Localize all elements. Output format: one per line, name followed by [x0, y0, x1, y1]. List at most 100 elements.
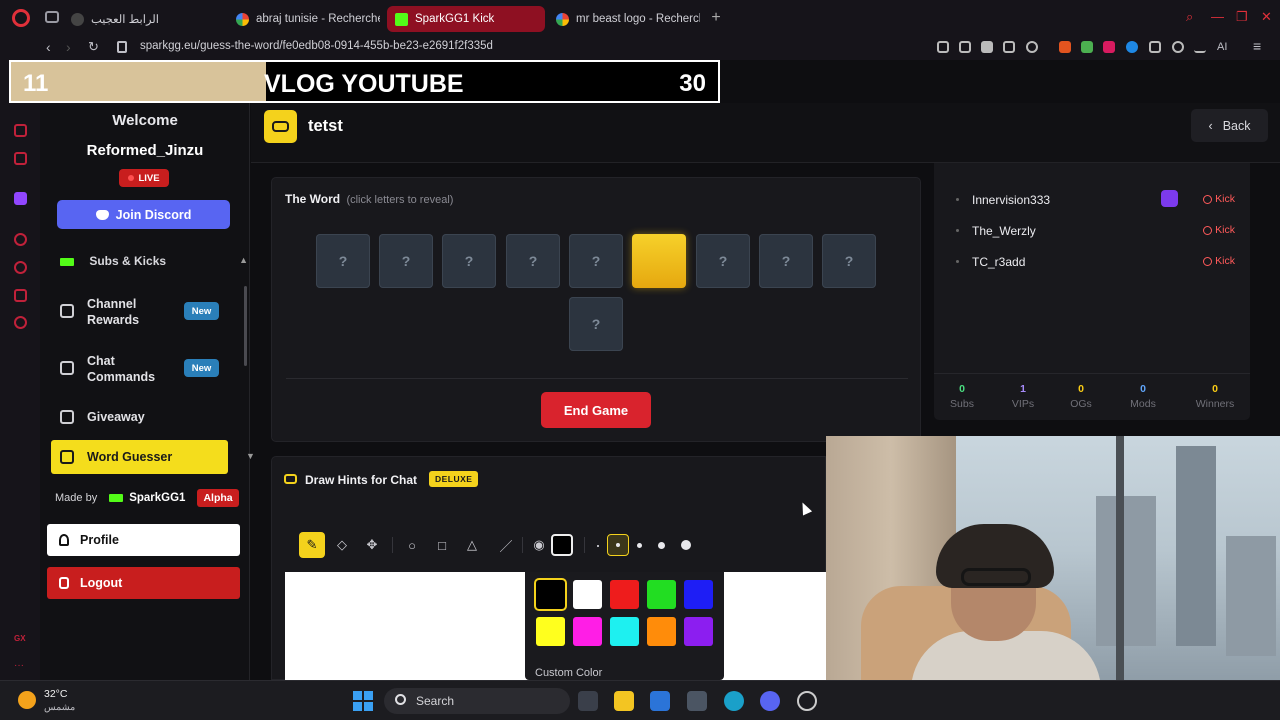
sidebar-app-icon[interactable] [14, 124, 27, 137]
color-swatch[interactable] [536, 617, 565, 646]
kick-user-button[interactable]: Kick [1197, 252, 1241, 270]
close-window-icon[interactable]: ✕ [1261, 9, 1272, 25]
windows-start-icon[interactable] [353, 691, 373, 711]
letter-tile[interactable]: ? [696, 234, 750, 288]
tab-1[interactable]: الرابط العجيب [63, 6, 223, 32]
ai-button[interactable]: AI [1217, 41, 1227, 53]
color-swatch[interactable] [684, 580, 713, 609]
section-subs-kicks[interactable]: Subs & Kicks ▲ [60, 254, 250, 268]
brush-size-5[interactable] [681, 540, 691, 550]
end-game-button[interactable]: End Game [541, 392, 651, 428]
search-tabs-icon[interactable]: ⌕ [1186, 9, 1193, 25]
letter-tile[interactable]: ? [569, 297, 623, 351]
player-icon[interactable] [14, 233, 27, 246]
gx-icon[interactable]: GX [14, 634, 27, 647]
tab-2[interactable]: abraj tunisie - Recherche [228, 6, 380, 32]
pin-icon[interactable] [937, 41, 949, 53]
triangle-tool-icon[interactable]: △ [459, 532, 485, 558]
weather-condition[interactable]: مشمس [44, 702, 75, 713]
letter-tile[interactable]: ? [379, 234, 433, 288]
line-tool-icon[interactable]: ／ [493, 532, 519, 558]
tab-4[interactable]: mr beast logo - Recherche [548, 6, 700, 32]
app-icon[interactable] [687, 691, 707, 711]
letter-tile[interactable]: ? [442, 234, 496, 288]
maximize-icon[interactable]: ❐ [1236, 9, 1248, 25]
new-tab-plus-icon[interactable]: + [709, 10, 723, 26]
kick-user-button[interactable]: Kick [1197, 190, 1241, 208]
extension-pink-icon[interactable] [1103, 41, 1115, 53]
rectangle-tool-icon[interactable]: □ [429, 532, 455, 558]
profile-button[interactable]: Profile [47, 524, 240, 556]
account-icon[interactable] [1172, 41, 1184, 53]
temperature[interactable]: 32°C [44, 688, 67, 700]
custom-color-label[interactable]: Custom Color [535, 667, 602, 679]
circle-tool-icon[interactable]: ○ [399, 532, 425, 558]
letter-tile-revealed[interactable] [632, 234, 686, 288]
kick-user-button[interactable]: Kick [1197, 221, 1241, 239]
brush-size-3[interactable] [637, 543, 642, 548]
settings-icon[interactable] [14, 316, 27, 329]
history-icon[interactable] [14, 261, 27, 274]
pencil-tool-icon[interactable]: ✎ [299, 532, 325, 558]
letter-tile[interactable]: ? [759, 234, 813, 288]
opera-logo-icon[interactable] [12, 9, 30, 27]
file-explorer-icon[interactable] [614, 691, 634, 711]
eraser-tool-icon[interactable]: ◇ [329, 532, 355, 558]
letter-tile[interactable]: ? [506, 234, 560, 288]
url-field[interactable]: sparkgg.eu/guess-the-word/fe0edb08-0914-… [140, 40, 493, 52]
letter-tile[interactable]: ? [316, 234, 370, 288]
menu-icon[interactable]: ≡ [1253, 38, 1261, 54]
forward-arrow-icon[interactable]: › [66, 39, 71, 55]
brush-size-1[interactable] [597, 545, 599, 547]
tab-3-active[interactable]: SparkGG1 Kick [387, 6, 545, 32]
reload-icon[interactable]: ↻ [88, 39, 99, 55]
color-swatch[interactable] [573, 617, 602, 646]
back-arrow-icon[interactable]: ‹ [46, 39, 51, 55]
lock-icon[interactable] [117, 41, 127, 53]
discord-icon[interactable] [760, 691, 780, 711]
shield-icon[interactable] [981, 41, 993, 53]
color-swatch[interactable] [536, 580, 565, 609]
sidebar-item-giveaway[interactable]: Giveaway [51, 405, 228, 429]
shazam-icon[interactable] [1126, 41, 1138, 53]
extensions-icon[interactable] [14, 289, 27, 302]
color-swatch[interactable] [610, 617, 639, 646]
store-icon[interactable] [650, 691, 670, 711]
minimize-icon[interactable]: — [1211, 9, 1224, 24]
sidebar-item-word-guesser[interactable]: Word Guesser ▼ [51, 440, 255, 474]
logout-button[interactable]: Logout [47, 567, 240, 599]
color-swatch[interactable] [684, 617, 713, 646]
tab-islands-icon[interactable] [45, 11, 59, 23]
current-color-swatch[interactable] [551, 534, 573, 556]
color-swatch[interactable] [610, 580, 639, 609]
color-swatch[interactable] [647, 617, 676, 646]
extension-green-icon[interactable] [1081, 41, 1093, 53]
brush-size-4[interactable] [658, 542, 665, 549]
stat-mods: 0 Mods [1113, 383, 1173, 410]
twitch-icon[interactable] [14, 192, 27, 205]
back-button[interactable]: ‹ Back [1191, 109, 1268, 142]
taskbar-search[interactable]: Search [384, 688, 570, 714]
edge-icon[interactable] [724, 691, 744, 711]
sidebar-app-icon[interactable] [14, 152, 27, 165]
play-icon[interactable] [1003, 41, 1015, 53]
more-dots-icon[interactable]: ··· [14, 660, 27, 673]
extensions-puzzle-icon[interactable] [1149, 41, 1161, 53]
task-view-icon[interactable] [578, 691, 598, 711]
settings-gear-icon[interactable] [797, 691, 817, 711]
sun-icon[interactable] [18, 691, 36, 709]
sidebar-scrollbar[interactable] [244, 286, 247, 366]
letter-tile[interactable]: ? [822, 234, 876, 288]
color-swatch[interactable] [573, 580, 602, 609]
move-tool-icon[interactable]: ✥ [359, 532, 385, 558]
letter-tile[interactable]: ? [569, 234, 623, 288]
heart-icon[interactable] [1026, 41, 1038, 53]
sidebar-item-channel-rewards[interactable]: Channel Rewards New [51, 291, 228, 331]
snapshot-icon[interactable] [959, 41, 971, 53]
sidebar-item-chat-commands[interactable]: Chat Commands New [51, 348, 228, 388]
extension-orange-icon[interactable] [1059, 41, 1071, 53]
join-discord-button[interactable]: Join Discord [57, 200, 230, 229]
color-swatch[interactable] [647, 580, 676, 609]
palette-icon[interactable]: ◉ [526, 532, 552, 558]
download-icon[interactable] [1194, 41, 1206, 53]
